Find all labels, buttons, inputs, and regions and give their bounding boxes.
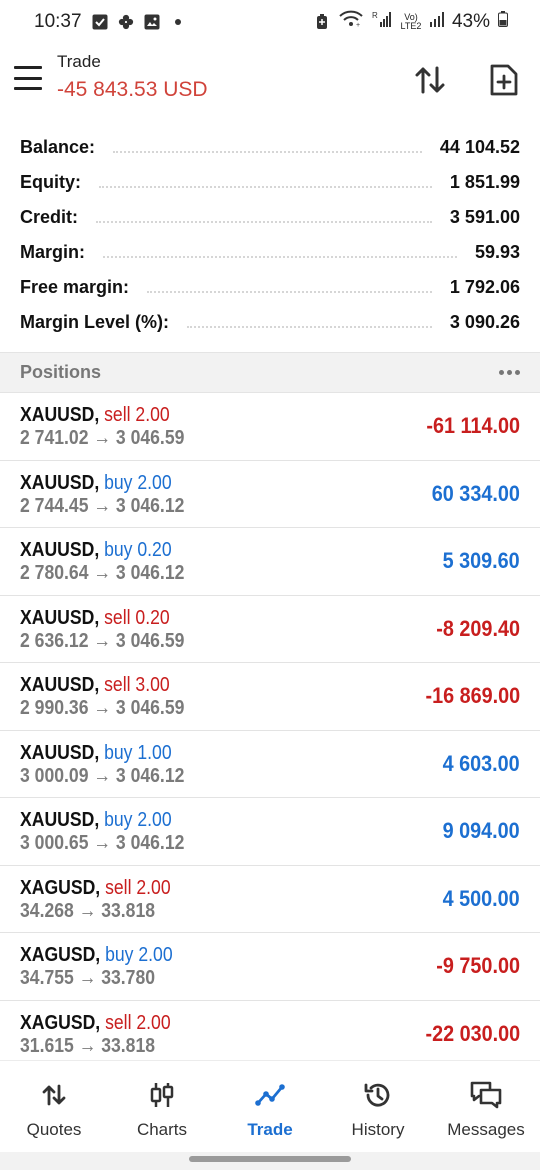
trade-icon [253,1078,287,1112]
nav-trade[interactable]: Trade [216,1061,324,1152]
position-profit: -61 114.00 [426,413,520,439]
position-prices: 3 000.09 → 3 046.12 [20,764,185,787]
position-prices: 31.615 → 33.818 [20,1035,156,1058]
status-time: 10:37 [34,11,82,32]
position-side: sell 2.00 [105,1012,171,1035]
position-side: buy 2.00 [104,809,172,832]
signal-2-icon [429,11,444,33]
history-icon [361,1078,395,1112]
position-symbol: XAGUSD, [20,1012,101,1035]
position-profit: -9 750.00 [436,953,520,979]
summary-row-margin-level: Margin Level (%): 3 090.26 [20,312,520,332]
battery-percent: 43% [451,11,490,32]
sort-button[interactable] [410,60,450,100]
page-title: Trade [57,52,101,71]
position-symbol: XAUUSD, [20,674,100,697]
position-prices: 2 990.36 → 3 046.59 [20,697,185,720]
summary-row-equity: Equity: 1 851.99 [20,172,520,192]
messages-icon [469,1078,503,1112]
positions-list: XAUUSD, sell 2.00 2 741.02 → 3 046.59 -6… [0,393,540,1068]
account-summary: Balance: 44 104.52 Equity: 1 851.99 Cred… [0,130,540,340]
position-side: buy 2.00 [105,944,173,967]
position-row[interactable]: XAGUSD, sell 2.00 34.268 → 33.818 4 500.… [0,866,540,933]
image-notification-icon [144,14,160,30]
position-side: buy 2.00 [104,471,172,494]
position-row[interactable]: XAGUSD, sell 2.00 31.615 → 33.818 -22 03… [0,1001,540,1069]
summary-row-balance: Balance: 44 104.52 [20,137,520,157]
summary-row-credit: Credit: 3 591.00 [20,207,520,227]
position-symbol: XAUUSD, [20,471,100,494]
section-title: Positions [20,362,102,382]
bottom-navigation: Quotes Charts Trade History Messages [0,1060,540,1152]
position-prices: 2 741.02 → 3 046.59 [20,427,185,450]
position-profit: 4 500.00 [442,885,520,911]
position-side: sell 3.00 [104,674,170,697]
position-profit: 5 309.60 [442,548,520,574]
new-order-icon [490,64,518,96]
position-side: buy 1.00 [104,741,172,764]
position-prices: 2 780.64 → 3 046.12 [20,562,185,585]
position-profit: 60 334.00 [431,480,520,506]
position-row[interactable]: XAGUSD, buy 2.00 34.755 → 33.780 -9 750.… [0,933,540,1001]
menu-icon [14,66,42,69]
position-symbol: XAGUSD, [20,944,101,967]
dot-notification-icon [170,14,186,30]
quotes-icon [37,1078,71,1112]
position-symbol: XAUUSD, [20,606,100,629]
position-prices: 2 636.12 → 3 046.59 [20,629,185,652]
position-row[interactable]: XAUUSD, buy 2.00 3 000.65 → 3 046.12 9 0… [0,798,540,866]
position-symbol: XAGUSD, [20,876,101,899]
new-order-button[interactable] [484,60,524,100]
nav-charts[interactable]: Charts [108,1061,216,1152]
nav-history[interactable]: History [324,1061,432,1152]
summary-row-margin: Margin: 59.93 [20,242,520,262]
floating-profit: -45 843.53 USD [57,78,208,101]
position-side: sell 0.20 [104,606,170,629]
position-row[interactable]: XAUUSD, sell 3.00 2 990.36 → 3 046.59 -1… [0,663,540,731]
sort-arrows-icon [415,66,445,94]
menu-button[interactable] [14,66,42,90]
position-prices: 34.755 → 33.780 [20,967,156,990]
position-prices: 3 000.65 → 3 046.12 [20,832,185,855]
wifi-icon: + [338,10,364,34]
volte-label: Vo) LTE2 [400,12,422,31]
position-profit: 4 603.00 [442,750,520,776]
nav-messages[interactable]: Messages [432,1061,540,1152]
position-profit: -8 209.40 [436,615,520,641]
position-symbol: XAUUSD, [20,404,100,427]
summary-row-free-margin: Free margin: 1 792.06 [20,277,520,297]
position-symbol: XAUUSD, [20,539,100,562]
position-profit: -16 869.00 [425,683,520,709]
position-profit: -22 030.00 [425,1021,520,1047]
charts-icon [145,1078,179,1112]
svg-text:R: R [372,11,378,20]
pinwheel-notification-icon [118,14,134,30]
status-bar: 10:37 + R Vo) LTE2 43% [0,0,540,44]
position-symbol: XAUUSD, [20,809,100,832]
battery-icon [498,11,508,33]
position-profit: 9 094.00 [442,818,520,844]
position-symbol: XAUUSD, [20,741,100,764]
gesture-handle[interactable] [189,1156,351,1162]
svg-text:+: + [356,22,360,28]
position-row[interactable]: XAUUSD, buy 2.00 2 744.45 → 3 046.12 60 … [0,461,540,528]
signal-icon: R [372,10,392,34]
position-side: buy 0.20 [104,539,172,562]
app-header: Trade -45 843.53 USD [0,44,540,122]
position-row[interactable]: XAUUSD, sell 2.00 2 741.02 → 3 046.59 -6… [0,393,540,461]
more-options-icon[interactable] [499,370,520,375]
position-row[interactable]: XAUUSD, buy 0.20 2 780.64 → 3 046.12 5 3… [0,528,540,596]
position-side: sell 2.00 [104,404,170,427]
nav-quotes[interactable]: Quotes [0,1061,108,1152]
position-prices: 34.268 → 33.818 [20,899,156,922]
battery-saver-icon [314,14,330,30]
positions-section-header: Positions [0,352,540,393]
position-prices: 2 744.45 → 3 046.12 [20,494,185,517]
check-notification-icon [92,14,108,30]
position-row[interactable]: XAUUSD, sell 0.20 2 636.12 → 3 046.59 -8… [0,596,540,663]
position-side: sell 2.00 [105,876,171,899]
position-row[interactable]: XAUUSD, buy 1.00 3 000.09 → 3 046.12 4 6… [0,731,540,798]
